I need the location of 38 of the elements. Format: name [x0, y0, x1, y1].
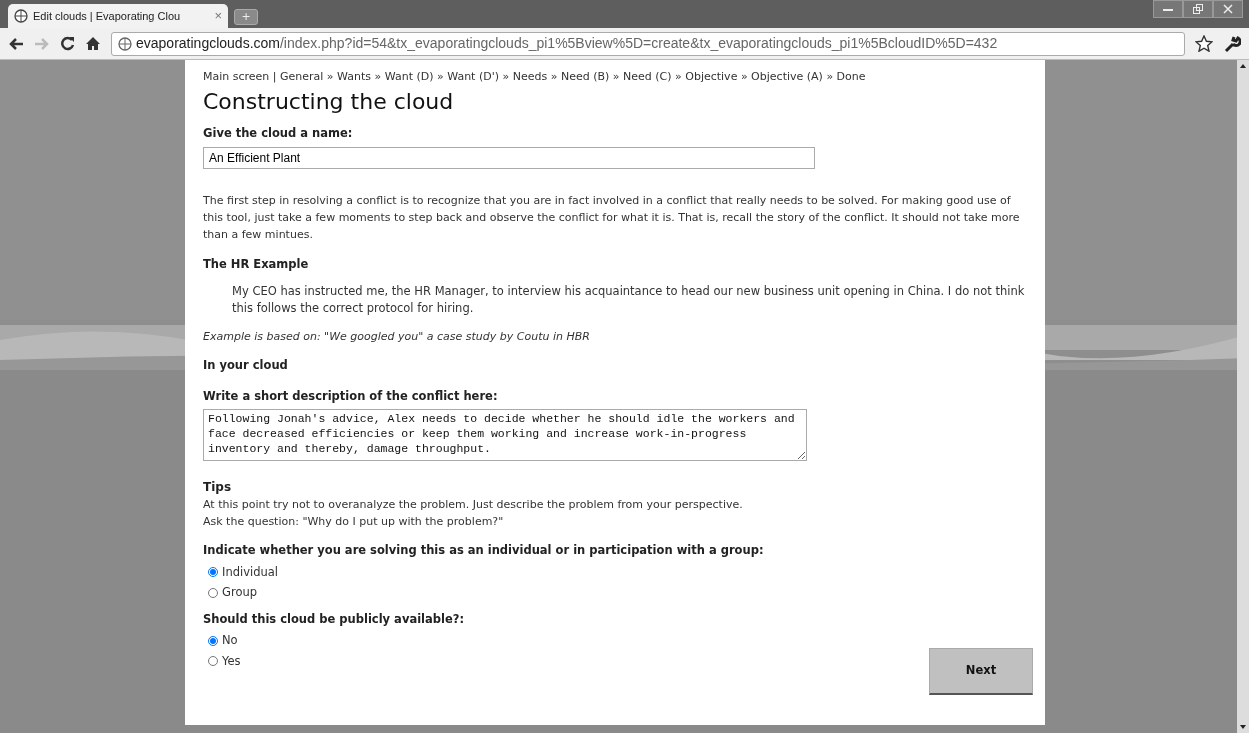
wrench-icon[interactable] — [1223, 34, 1241, 53]
close-icon[interactable] — [1213, 0, 1243, 18]
globe-icon — [118, 36, 132, 51]
tip-line: Ask the question: "Why do I put up with the problem?" — [203, 514, 505, 531]
reload-icon[interactable] — [60, 36, 75, 51]
radio-button[interactable] — [208, 587, 218, 598]
page-heading: Constructing the cloud — [203, 89, 455, 116]
radio-button[interactable] — [208, 636, 218, 646]
radio-label[interactable]: Individual — [222, 563, 278, 581]
minimize-icon[interactable] — [1153, 0, 1183, 18]
intro-paragraph: The first step in resolving a conflict is to recognize that you are in fact involved in a conflict that really needs to be solved. For making good use of this tool, just take a few moments to step back and observe the conflict for what it is. That is, recall the story of the conflict. It should not take more than a few mintues. — [203, 192, 1021, 243]
tab-title[interactable]: Edit clouds | Evaporating Clou — [33, 7, 210, 25]
breadcrumb[interactable]: Main screen | General » Wants » Want (D) » Want (D') » Needs » Need (B) » Need (C) » Objective » Objective (A) » Done — [203, 68, 1027, 85]
field-label: Write a short description of the conflict here: — [203, 387, 499, 405]
address-bar[interactable]: evaporatingclouds.com/index.php?id=54&tx_evaporatingclouds_pi1%5Bview%5D=create&tx_evaporatingclouds_pi1%5BcloudID%5D=432 — [111, 31, 1185, 56]
question-label: Indicate whether you are solving this as an individual or in participation with a group: — [203, 542, 765, 560]
back-icon[interactable] — [8, 36, 24, 51]
home-icon[interactable] — [85, 36, 101, 51]
star-icon[interactable] — [1195, 35, 1213, 52]
description-field[interactable]: Following Jonah's advice, Alex needs to decide whether he should idle the workers and face decreased efficiencies or keep them working and increase work-in-progress inventory and thereby, damage throughput. — [203, 408, 807, 461]
field-label: Give the cloud a name: — [203, 125, 354, 143]
name-field[interactable]: An Efficient Plant — [203, 146, 815, 169]
example-source: Example is based on: "We googled you" a case study by Coutu in HBR — [203, 328, 591, 345]
close-tab-button[interactable]: × — [214, 6, 222, 26]
globe-icon — [14, 9, 28, 23]
section-heading: In your cloud — [203, 357, 289, 375]
question-label: Should this cloud be publicly available?: — [203, 611, 466, 629]
section-heading: Tips — [203, 479, 233, 497]
next-button[interactable]: Next — [929, 648, 1033, 695]
radio-label[interactable]: Group — [222, 583, 257, 602]
restore-icon[interactable] — [1183, 0, 1213, 18]
section-heading: The HR Example — [203, 255, 310, 273]
radio-button[interactable] — [208, 567, 218, 578]
radio-label[interactable]: Yes — [222, 652, 241, 670]
tip-line: At this point try not to overanalyze the problem. Just describe the problem from your perspective. — [203, 497, 744, 514]
example-quote: My CEO has instructed me, the HR Manager, to interview his acquaintance to head our new business unit opening in China. I do not think this follows the correct protocol for hiring. — [232, 282, 1026, 317]
radio-label[interactable]: No — [222, 632, 238, 650]
radio-button[interactable] — [208, 656, 218, 667]
